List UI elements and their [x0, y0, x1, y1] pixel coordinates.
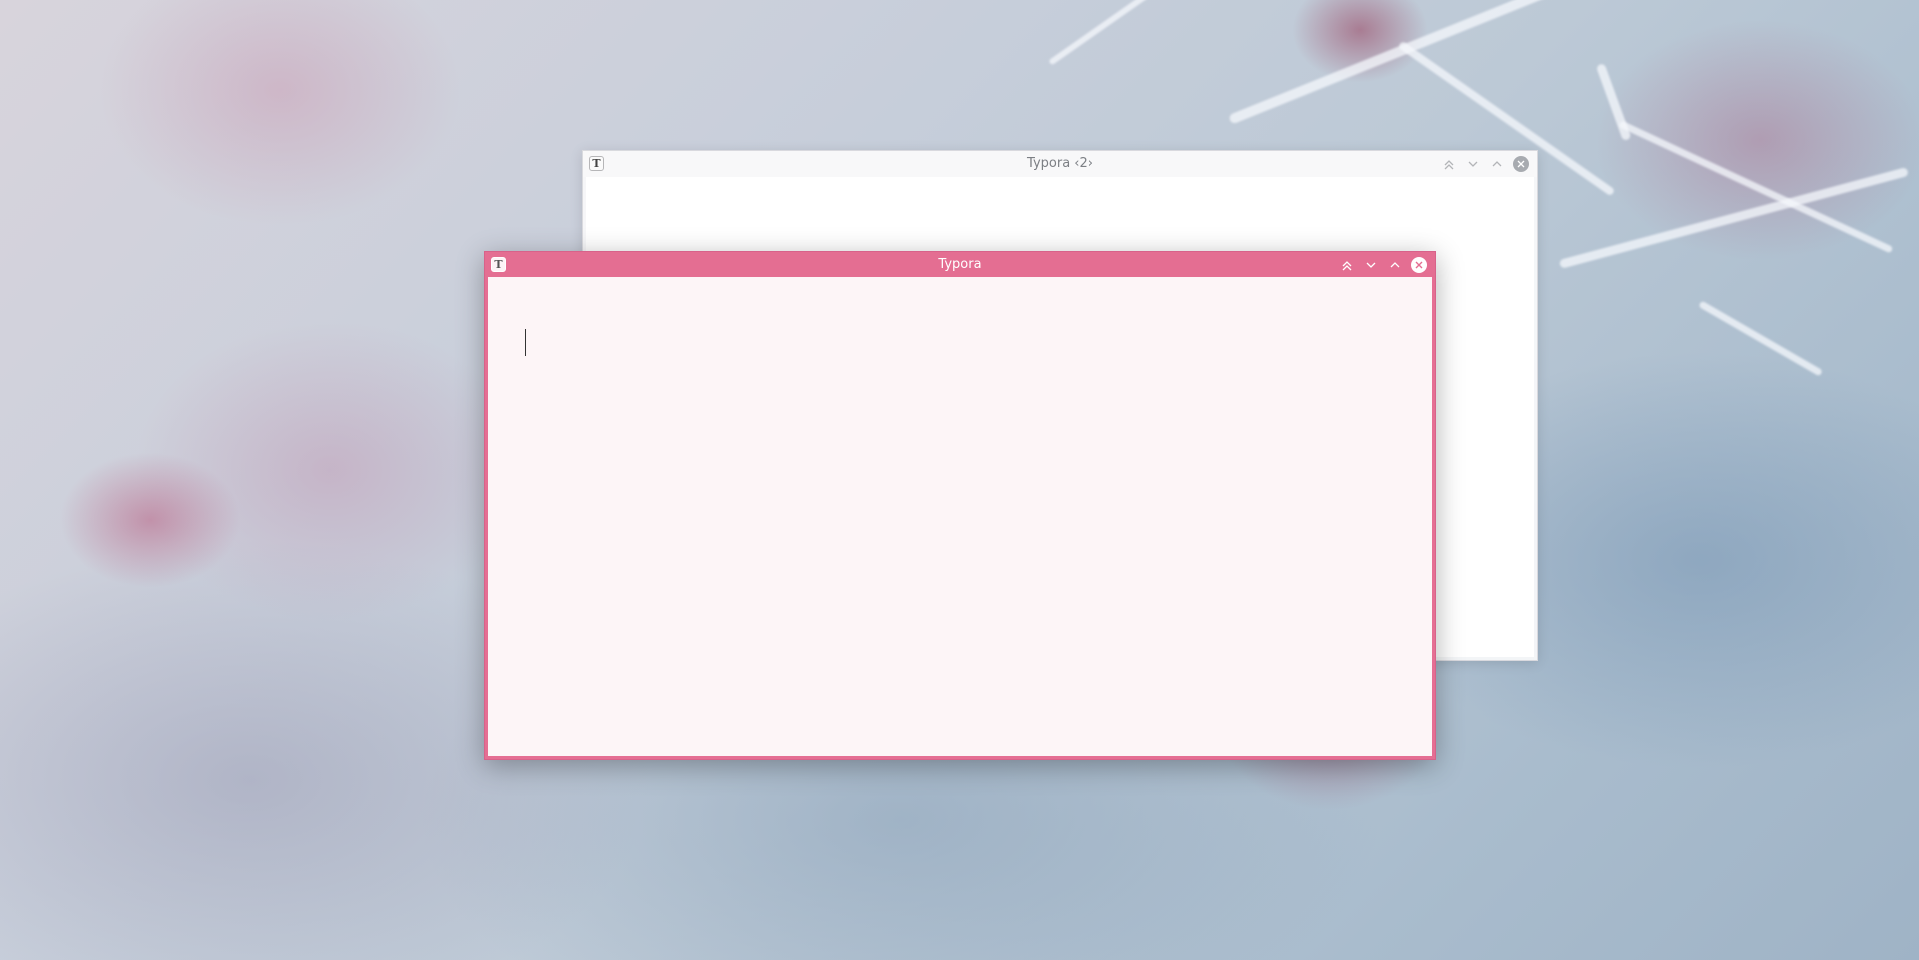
wallpaper-branch — [1558, 166, 1909, 269]
close-icon[interactable] — [1511, 154, 1531, 174]
window-controls — [1333, 255, 1429, 275]
keep-above-icon[interactable] — [1337, 255, 1357, 275]
wallpaper-branch — [1595, 62, 1632, 142]
typora-window[interactable]: T Typora — [484, 251, 1436, 760]
titlebar[interactable]: T Typora ‹2› — [583, 151, 1537, 177]
maximize-icon[interactable] — [1385, 255, 1405, 275]
close-icon[interactable] — [1409, 255, 1429, 275]
window-title: Typora — [938, 257, 982, 272]
editor-area[interactable] — [488, 277, 1432, 756]
wallpaper-branch — [1698, 300, 1823, 377]
keep-above-icon[interactable] — [1439, 154, 1459, 174]
text-cursor — [525, 329, 526, 356]
titlebar[interactable]: T Typora — [485, 252, 1435, 277]
minimize-icon[interactable] — [1463, 154, 1483, 174]
maximize-icon[interactable] — [1487, 154, 1507, 174]
minimize-icon[interactable] — [1361, 255, 1381, 275]
window-title: Typora ‹2› — [1027, 156, 1093, 171]
window-controls — [1435, 154, 1531, 174]
wallpaper-branch — [1048, 0, 1232, 66]
